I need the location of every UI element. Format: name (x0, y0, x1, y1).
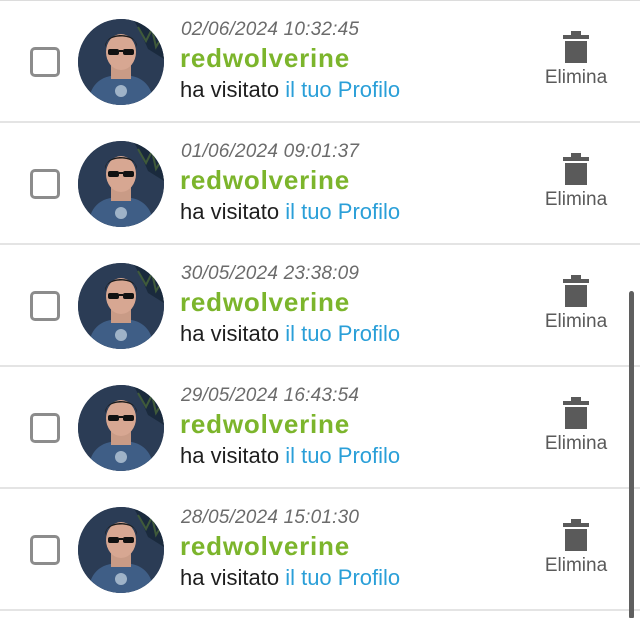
trash-icon (563, 397, 589, 429)
delete-button[interactable]: Elimina (532, 153, 620, 225)
notification-action: ha visitato il tuo Profilo (180, 565, 400, 591)
avatar[interactable] (78, 263, 164, 349)
notification-date: 30/05/2024 23:38:09 (181, 263, 360, 284)
username-link[interactable]: redwolverine (180, 409, 350, 440)
notification-action: ha visitato il tuo Profilo (180, 77, 400, 103)
avatar[interactable] (78, 385, 164, 471)
delete-button[interactable]: Elimina (532, 31, 620, 103)
profile-link[interactable]: il tuo Profilo (285, 77, 400, 102)
delete-label: Elimina (544, 555, 608, 576)
delete-label: Elimina (544, 189, 608, 210)
notification-row: 01/06/2024 09:01:37 redwolverine ha visi… (0, 123, 640, 245)
delete-button[interactable]: Elimina (532, 275, 620, 347)
select-checkbox[interactable] (30, 413, 60, 443)
notification-date: 29/05/2024 16:43:54 (181, 385, 360, 406)
avatar[interactable] (78, 19, 164, 105)
action-text: ha visitato (180, 199, 280, 224)
notification-date: 02/06/2024 10:32:45 (181, 19, 360, 40)
action-text: ha visitato (180, 565, 280, 590)
username-link[interactable]: redwolverine (180, 531, 350, 562)
notification-date: 01/06/2024 09:01:37 (181, 141, 360, 162)
select-checkbox[interactable] (30, 169, 60, 199)
notification-action: ha visitato il tuo Profilo (180, 321, 400, 347)
profile-link[interactable]: il tuo Profilo (285, 321, 400, 346)
profile-link[interactable]: il tuo Profilo (285, 565, 400, 590)
scrollbar[interactable] (629, 291, 634, 618)
notification-row: 28/05/2024 15:01:30 redwolverine ha visi… (0, 489, 640, 611)
trash-icon (563, 519, 589, 551)
action-text: ha visitato (180, 77, 280, 102)
action-text: ha visitato (180, 443, 280, 468)
trash-icon (563, 31, 589, 63)
delete-button[interactable]: Elimina (532, 519, 620, 591)
notification-row: 29/05/2024 16:43:54 redwolverine ha visi… (0, 367, 640, 489)
profile-link[interactable]: il tuo Profilo (285, 443, 400, 468)
delete-label: Elimina (544, 67, 608, 88)
trash-icon (563, 275, 589, 307)
notification-date: 28/05/2024 15:01:30 (181, 507, 360, 528)
notification-row: 30/05/2024 23:38:09 redwolverine ha visi… (0, 245, 640, 367)
select-checkbox[interactable] (30, 291, 60, 321)
username-link[interactable]: redwolverine (180, 287, 350, 318)
select-checkbox[interactable] (30, 47, 60, 77)
notification-action: ha visitato il tuo Profilo (180, 443, 400, 469)
avatar[interactable] (78, 141, 164, 227)
trash-icon (563, 153, 589, 185)
username-link[interactable]: redwolverine (180, 43, 350, 74)
notification-action: ha visitato il tuo Profilo (180, 199, 400, 225)
avatar[interactable] (78, 507, 164, 593)
delete-label: Elimina (544, 311, 608, 332)
delete-button[interactable]: Elimina (532, 397, 620, 469)
select-checkbox[interactable] (30, 535, 60, 565)
username-link[interactable]: redwolverine (180, 165, 350, 196)
notification-row: 02/06/2024 10:32:45 redwolverine ha visi… (0, 1, 640, 123)
profile-link[interactable]: il tuo Profilo (285, 199, 400, 224)
action-text: ha visitato (180, 321, 280, 346)
delete-label: Elimina (544, 433, 608, 454)
notification-list: 02/06/2024 10:32:45 redwolverine ha visi… (0, 0, 640, 618)
